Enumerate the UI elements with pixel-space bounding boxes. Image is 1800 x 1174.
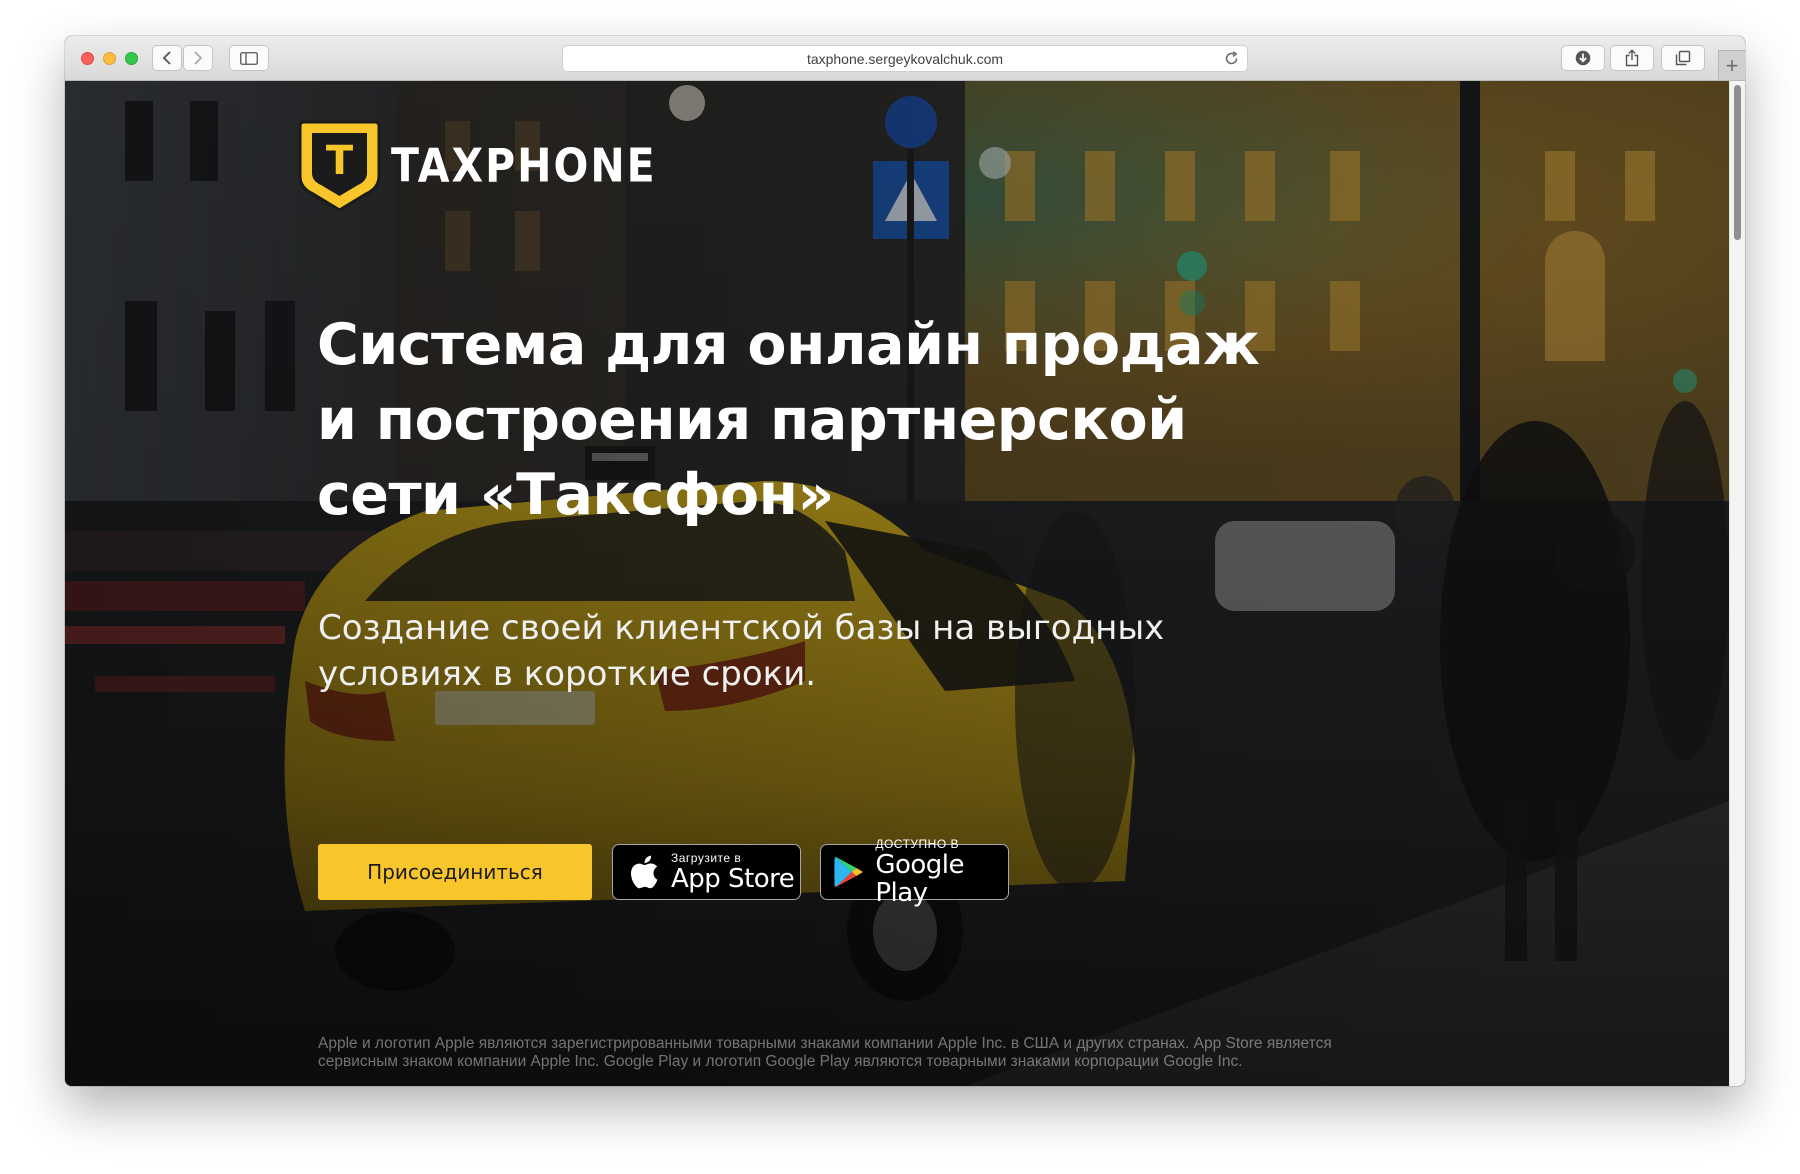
page-title-line: сети «Таксфон»: [317, 462, 834, 528]
zoom-window-button[interactable]: [125, 52, 138, 65]
downloads-button[interactable]: [1561, 45, 1605, 71]
google-play-badge[interactable]: ДОСТУПНО В Google Play: [820, 837, 1009, 907]
back-button[interactable]: [152, 45, 182, 71]
google-play-caption: ДОСТУПНО В: [875, 837, 959, 851]
hero-subtitle: Создание своей клиентской базы на выгодн…: [318, 605, 1218, 697]
close-window-button[interactable]: [81, 52, 94, 65]
join-button[interactable]: Присоединиться: [318, 844, 592, 900]
page-title-line: и построения партнерской: [317, 387, 1187, 453]
tab-overview-button[interactable]: [1661, 45, 1705, 71]
share-button[interactable]: [1610, 45, 1654, 71]
tabs-icon: [1675, 50, 1691, 66]
logo-wordmark: TAXPHONE: [391, 138, 657, 193]
url-text: taxphone.sergeykovalchuk.com: [806, 50, 1004, 67]
minimize-window-button[interactable]: [103, 52, 116, 65]
hero-section: T TAXPHONE Система для онлайн продаж и п…: [65, 81, 1729, 1086]
page-viewport: T TAXPHONE Система для онлайн продаж и п…: [65, 81, 1729, 1086]
trademark-disclaimer: Apple и логотип Apple являются зарегистр…: [318, 1035, 1458, 1071]
browser-toolbar: taxphone.sergeykovalchuk.com +: [65, 36, 1745, 81]
reload-button[interactable]: [1224, 51, 1239, 69]
app-store-badge[interactable]: Загрузите в App Store: [612, 844, 801, 900]
forward-button[interactable]: [183, 45, 213, 71]
download-icon: [1575, 50, 1591, 66]
browser-window: taxphone.sergeykovalchuk.com + T TAXPHON…: [65, 36, 1745, 1086]
taxphone-logo[interactable]: T TAXPHONE: [298, 118, 657, 213]
share-icon: [1625, 49, 1639, 67]
disclaimer-line: сервисным знаком компании Apple Inc. Goo…: [318, 1053, 1243, 1070]
google-play-label: Google Play: [875, 850, 965, 908]
hero-subtitle-line: условиях в короткие сроки.: [318, 654, 817, 694]
plus-icon: +: [1725, 52, 1739, 78]
taxphone-shield-icon: T: [298, 120, 381, 212]
back-icon: [162, 51, 171, 65]
scrollbar-thumb[interactable]: [1734, 85, 1741, 240]
app-store-caption: Загрузите в: [671, 851, 742, 865]
hero-subtitle-line: Создание своей клиентской базы на выгодн…: [318, 608, 1165, 648]
sidebar-toggle-button[interactable]: [229, 45, 269, 71]
logo-mark-letter: T: [326, 138, 354, 184]
disclaimer-line: Apple и логотип Apple являются зарегистр…: [318, 1035, 1332, 1052]
new-tab-button[interactable]: +: [1718, 50, 1745, 80]
vertical-scrollbar[interactable]: [1729, 81, 1745, 1086]
app-store-label: App Store: [671, 864, 795, 894]
address-bar[interactable]: taxphone.sergeykovalchuk.com: [562, 45, 1248, 72]
sidebar-icon: [240, 51, 258, 65]
google-play-icon: [834, 856, 863, 888]
apple-icon: [631, 855, 658, 889]
page-title-line: Система для онлайн продаж: [317, 312, 1260, 378]
page-title: Система для онлайн продаж и построения п…: [317, 308, 1317, 533]
forward-icon: [194, 51, 203, 65]
reload-icon: [1225, 51, 1238, 65]
